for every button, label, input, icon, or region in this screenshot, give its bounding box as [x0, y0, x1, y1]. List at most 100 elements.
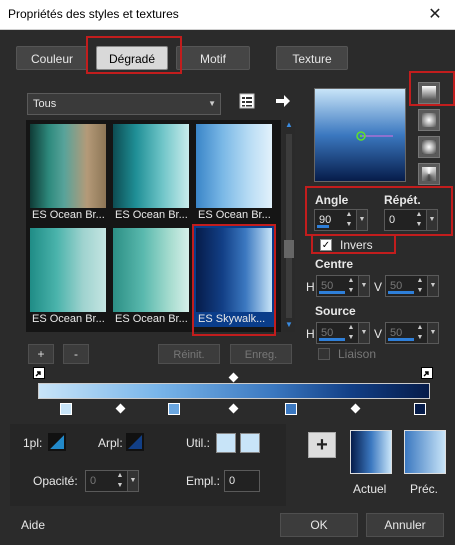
midpoint-marker[interactable] — [115, 403, 126, 414]
chevron-down-icon[interactable]: ▼ — [426, 210, 437, 230]
gradient-swatch[interactable]: ES Ocean Br... — [28, 226, 108, 327]
gradient-swatch[interactable]: ES Ocean Br... — [111, 122, 191, 223]
chevron-down-icon[interactable]: ▼ — [127, 471, 138, 491]
swatch-label: ES Ocean Br... — [198, 209, 271, 221]
repeat-field[interactable]: 0 ▲ ▼ ▼ — [384, 209, 438, 231]
rectangular-style-button[interactable] — [418, 109, 440, 131]
gradient-preview[interactable] — [314, 88, 406, 182]
add-swatch-button[interactable]: + — [308, 432, 336, 458]
gradient-swatch[interactable]: ES Ocean Br... — [28, 122, 108, 223]
sunburst-style-button[interactable] — [418, 163, 440, 185]
scroll-thumb[interactable] — [284, 240, 294, 258]
start-opacity-stop[interactable] — [33, 367, 45, 379]
chevron-down-icon[interactable]: ▼ — [427, 276, 438, 296]
current-label: Actuel — [353, 482, 387, 496]
location-field[interactable]: 0 — [224, 470, 260, 492]
invert-checkbox[interactable]: ✓ — [320, 239, 332, 251]
reset-button[interactable]: Réinit. — [158, 344, 220, 364]
angle-level-bar — [317, 225, 329, 228]
cancel-button[interactable]: Annuler — [366, 513, 444, 537]
current-gradient-swatch[interactable] — [350, 430, 392, 474]
gradient-thumbnail — [196, 228, 272, 312]
swatch-label: ES Ocean Br... — [115, 313, 188, 325]
angle-label: Angle — [315, 193, 349, 207]
tab-degrade[interactable]: Dégradé — [96, 46, 168, 70]
opacity-value: 0 — [90, 475, 97, 487]
chevron-down-icon[interactable]: ▼ — [358, 276, 369, 296]
center-label: Centre — [315, 257, 354, 271]
color-stop[interactable] — [168, 403, 180, 415]
source-h-field[interactable]: 50 ▲ ▼ ▼ — [316, 322, 370, 344]
scroll-down-icon[interactable]: ▼ — [283, 320, 295, 332]
help-link[interactable]: Aide — [21, 518, 45, 532]
previous-label: Préc. — [410, 482, 439, 496]
spin-arrows-icon[interactable]: ▲ ▼ — [345, 323, 357, 343]
chevron-down-icon[interactable]: ▼ — [356, 210, 367, 230]
center-h-level-bar — [319, 291, 345, 294]
center-h-label: H — [306, 280, 315, 294]
source-label: Source — [315, 304, 356, 318]
source-v-field[interactable]: 50 ▲ ▼ ▼ — [385, 322, 439, 344]
spin-arrows-icon[interactable]: ▲ ▼ — [343, 210, 355, 230]
center-v-level-bar — [388, 291, 414, 294]
sunburst-gradient-icon — [422, 167, 436, 181]
color-stop[interactable] — [285, 403, 297, 415]
gradient-thumbnail — [30, 124, 106, 208]
ok-button[interactable]: OK — [280, 513, 358, 537]
tab-couleur[interactable]: Couleur — [16, 46, 88, 70]
color-stop[interactable] — [60, 403, 72, 415]
end-opacity-stop[interactable] — [421, 367, 433, 379]
use-color-swatch[interactable] — [216, 433, 236, 453]
category-dropdown[interactable]: Tous ▼ — [27, 93, 221, 115]
gradient-swatch[interactable]: ES Ocean Br... — [194, 122, 274, 223]
radial-style-button[interactable] — [418, 136, 440, 158]
add-gradient-button[interactable]: + — [28, 344, 54, 364]
spin-arrows-icon[interactable]: ▲ ▼ — [414, 323, 426, 343]
linear-style-button[interactable] — [418, 82, 440, 104]
midpoint-marker[interactable] — [350, 403, 361, 414]
source-h-label: H — [306, 327, 315, 341]
spin-arrows-icon[interactable]: ▲ ▼ — [345, 276, 357, 296]
custom-color-swatch[interactable] — [240, 433, 260, 453]
color-stop[interactable] — [414, 403, 426, 415]
scroll-up-icon[interactable]: ▲ — [283, 120, 295, 132]
close-icon[interactable]: ✕ — [425, 4, 445, 24]
radial-gradient-icon — [422, 140, 436, 154]
tab-texture[interactable]: Texture — [276, 46, 348, 70]
source-v-label: V — [374, 327, 383, 341]
background-swatch[interactable] — [126, 433, 144, 451]
spin-arrows-icon[interactable]: ▲ ▼ — [413, 210, 425, 230]
foreground-swatch[interactable] — [48, 433, 66, 451]
angle-field[interactable]: 90 ▲ ▼ ▼ — [314, 209, 368, 231]
chevron-down-icon[interactable]: ▼ — [427, 323, 438, 343]
arrow-right-icon[interactable] — [274, 92, 292, 110]
center-v-label: V — [374, 280, 383, 294]
spin-arrows-icon[interactable]: ▲ ▼ — [114, 471, 126, 491]
scroll-track[interactable] — [286, 134, 292, 318]
center-h-field[interactable]: 50 ▲ ▼ ▼ — [316, 275, 370, 297]
gradient-swatch[interactable]: ES Ocean Br... — [111, 226, 191, 327]
list-view-icon[interactable] — [238, 92, 256, 110]
invert-label[interactable]: Invers — [340, 238, 373, 252]
midpoint-marker[interactable] — [228, 403, 239, 414]
repeat-label: Répét. — [384, 193, 421, 207]
save-button[interactable]: Enreg. — [230, 344, 292, 364]
link-checkbox[interactable] — [318, 348, 330, 360]
chevron-down-icon: ▼ — [208, 99, 216, 108]
repeat-value: 0 — [389, 214, 396, 226]
gradient-bar[interactable] — [38, 383, 430, 399]
gradient-swatch-selected[interactable]: ES Skywalk... — [194, 226, 274, 327]
spin-arrows-icon[interactable]: ▲ ▼ — [414, 276, 426, 296]
chevron-down-icon[interactable]: ▼ — [358, 323, 369, 343]
opacity-midpoint-marker[interactable] — [228, 372, 239, 383]
center-v-field[interactable]: 50 ▲ ▼ ▼ — [385, 275, 439, 297]
tab-motif[interactable]: Motif — [176, 46, 250, 70]
scrollbar[interactable]: ▲ ▼ — [283, 120, 295, 332]
opacity-field[interactable]: 0 ▲ ▼ ▼ — [85, 470, 139, 492]
link-label[interactable]: Liaison — [338, 347, 376, 361]
remove-gradient-button[interactable]: - — [63, 344, 89, 364]
previous-gradient-swatch[interactable] — [404, 430, 446, 474]
gradient-thumbnail — [113, 228, 189, 312]
swatch-label: ES Ocean Br... — [32, 313, 105, 325]
opacity-label: Opacité: — [33, 474, 78, 488]
